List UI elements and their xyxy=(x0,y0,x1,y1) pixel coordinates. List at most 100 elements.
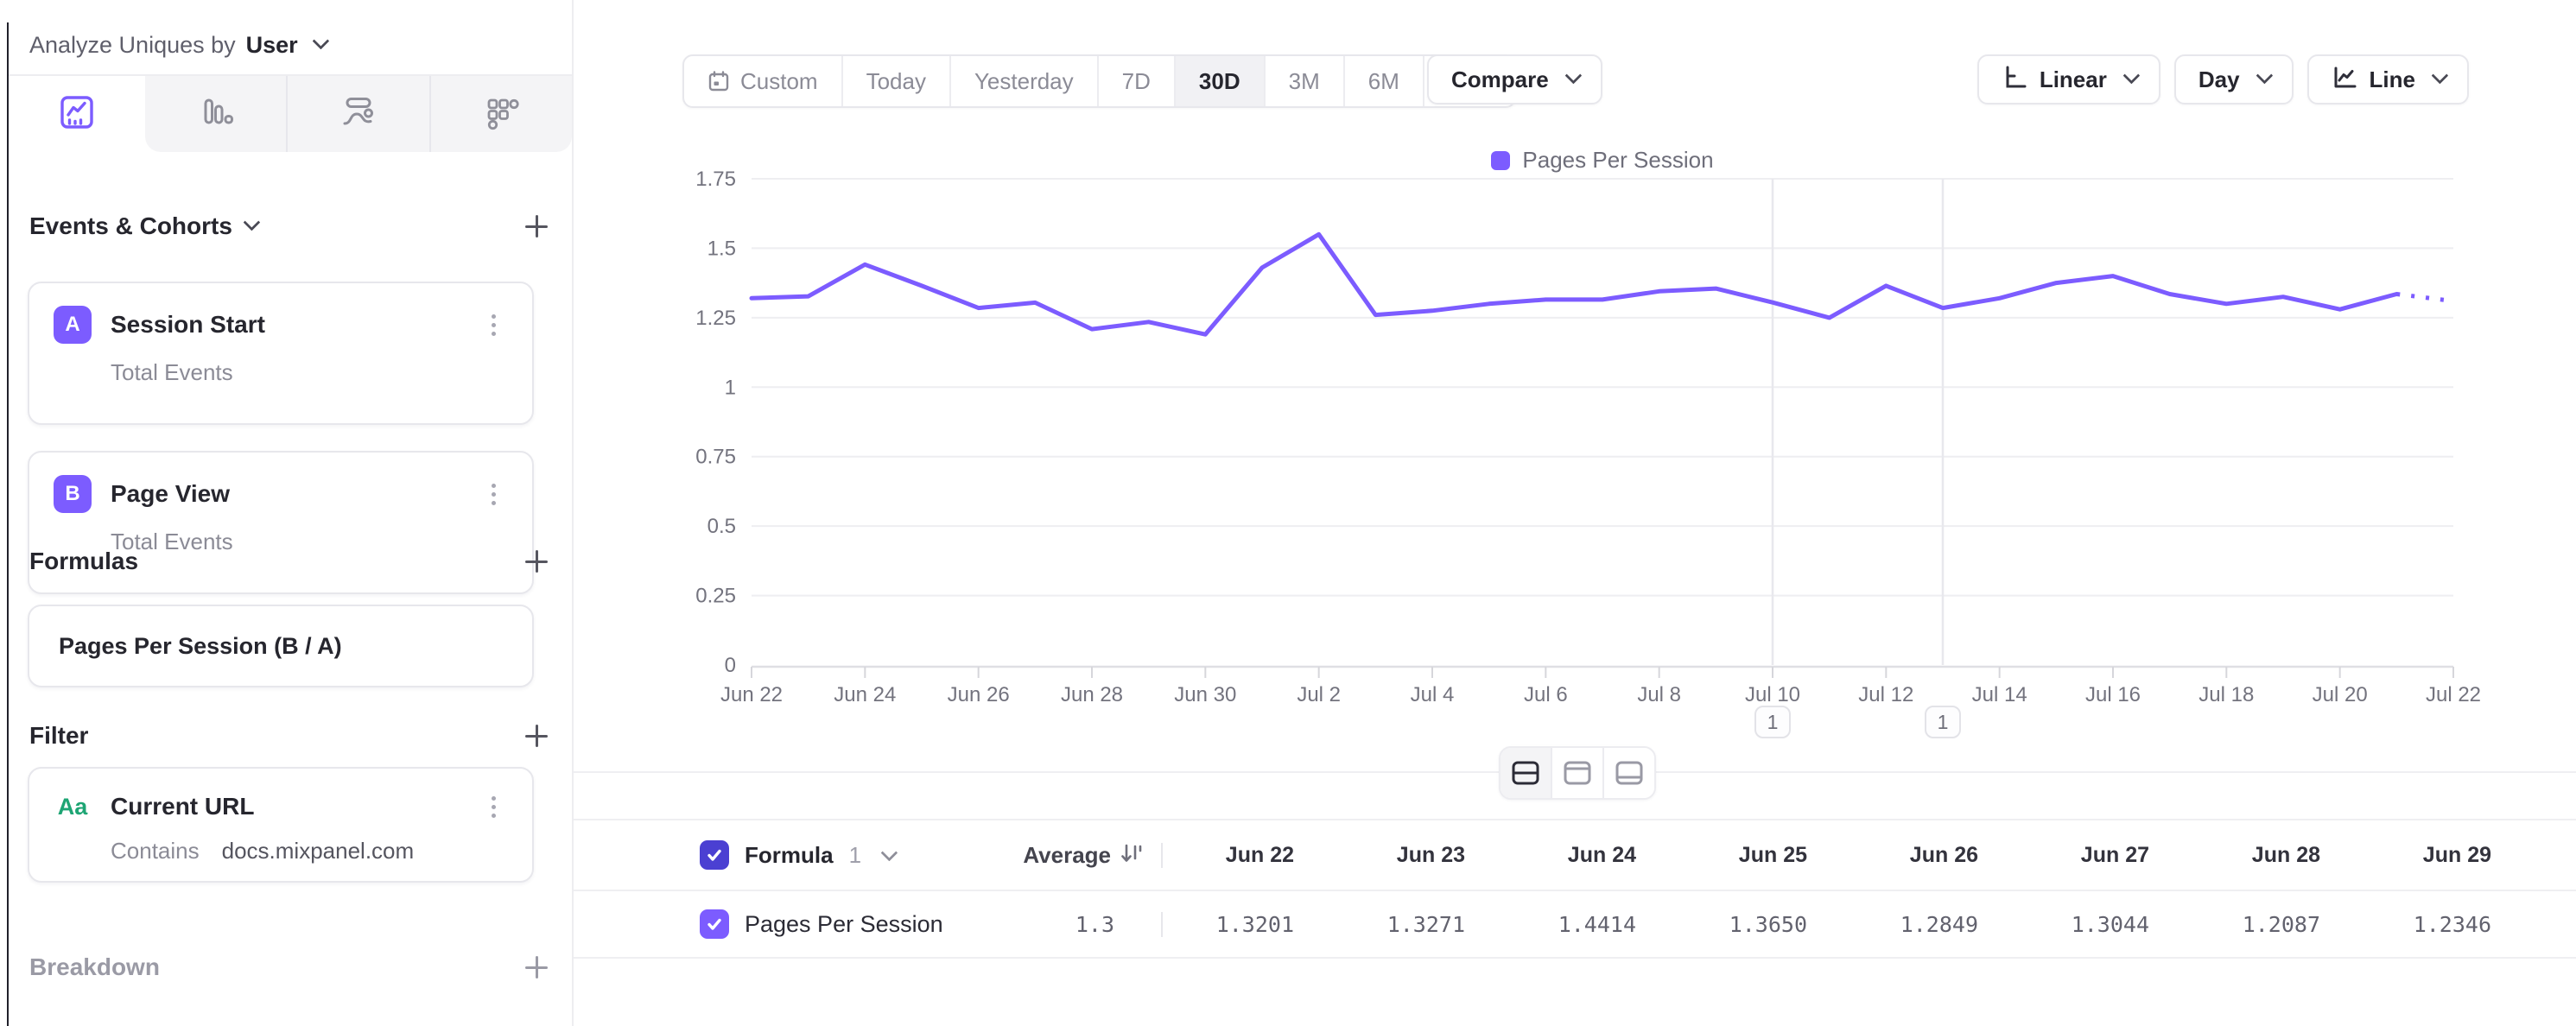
column-header[interactable]: Jun 25 xyxy=(1674,843,1845,868)
date-range-label: 6M xyxy=(1368,68,1399,95)
formulas-section-header: Formulas xyxy=(29,542,551,580)
analyze-label: Analyze Uniques by xyxy=(29,32,236,59)
date-range-label: 3M xyxy=(1289,68,1320,95)
cell-value: 1.3201 xyxy=(1161,912,1332,937)
event-measurement[interactable]: Total Events xyxy=(111,359,508,386)
event-title: Session Start xyxy=(111,311,265,339)
calendar-icon xyxy=(707,70,730,92)
kebab-menu-icon[interactable] xyxy=(479,479,508,509)
select-all-checkbox[interactable] xyxy=(700,840,729,870)
flow-icon xyxy=(339,93,378,136)
column-header[interactable]: Jun 29 xyxy=(2358,843,2529,868)
series-line-projected xyxy=(2396,294,2453,301)
x-tick-label: Jun 22 xyxy=(720,683,783,706)
date-range-yesterday[interactable]: Yesterday xyxy=(949,56,1097,106)
filter-operator[interactable]: Contains xyxy=(111,838,200,864)
string-property-icon: Aa xyxy=(54,788,92,826)
x-tick-label: Jun 24 xyxy=(834,683,896,706)
date-range-7d[interactable]: 7D xyxy=(1097,56,1174,106)
y-tick-label: 0 xyxy=(725,654,736,677)
query-builder-sidebar: Analyze Uniques by User xyxy=(9,0,574,1026)
x-tick-label: Jun 26 xyxy=(948,683,1010,706)
event-card-session-start[interactable]: A Session Start Total Events xyxy=(28,282,534,425)
date-range-control: CustomTodayYesterday7D30D3M6M12M xyxy=(682,54,1516,108)
column-header[interactable]: Jun 23 xyxy=(1332,843,1503,868)
compare-button[interactable]: Compare xyxy=(1427,54,1602,104)
scale-button[interactable]: Linear xyxy=(1977,54,2160,104)
column-header[interactable]: Jun 24 xyxy=(1503,843,1674,868)
row-checkbox[interactable] xyxy=(700,909,729,939)
chart-type-button[interactable]: Line xyxy=(2307,54,2469,104)
tab-insights[interactable] xyxy=(9,76,145,152)
tab-flows[interactable] xyxy=(286,76,428,152)
date-range-6m[interactable]: 6M xyxy=(1343,56,1423,106)
compare-label: Compare xyxy=(1451,66,1549,93)
x-tick-label: Jul 18 xyxy=(2198,683,2254,706)
kebab-menu-icon[interactable] xyxy=(479,792,508,821)
inactive-tabs xyxy=(145,76,572,152)
filter-value[interactable]: docs.mixpanel.com xyxy=(222,838,415,864)
layout-toggle xyxy=(1499,746,1656,800)
axes: 00.250.50.7511.251.51.75Jun 22Jun 24Jun … xyxy=(695,168,2481,706)
row-average-value: 1.3 xyxy=(1075,912,1144,937)
date-range-3m[interactable]: 3M xyxy=(1264,56,1343,106)
legend-swatch xyxy=(1491,151,1510,170)
chevron-down-icon xyxy=(2256,67,2273,85)
cell-value: 1.3044 xyxy=(2016,912,2187,937)
tab-funnels[interactable] xyxy=(145,76,286,152)
kebab-menu-icon[interactable] xyxy=(479,310,508,339)
formula-number: 1 xyxy=(849,842,861,869)
legend-item-pages-per-session[interactable]: Pages Per Session xyxy=(1491,147,1713,174)
add-breakdown-button[interactable] xyxy=(522,953,551,982)
annotation-markers[interactable]: 11 xyxy=(1755,706,1960,738)
column-header[interactable]: Jun 22 xyxy=(1161,843,1332,868)
series xyxy=(752,234,2453,334)
x-tick-label: Jun 30 xyxy=(1174,683,1236,706)
add-formula-button[interactable] xyxy=(522,547,551,576)
analyze-by-dropdown[interactable]: User xyxy=(246,32,298,59)
cell-value: 1.3650 xyxy=(1674,912,1845,937)
add-filter-button[interactable] xyxy=(522,721,551,750)
filter-card-current-url[interactable]: Aa Current URL Contains docs.mixpanel.co… xyxy=(28,767,534,883)
x-tick-label: Jul 14 xyxy=(1972,683,2027,706)
y-tick-label: 1.25 xyxy=(695,307,736,330)
column-header[interactable]: Jun 28 xyxy=(2187,843,2358,868)
formulas-section-title: Formulas xyxy=(29,548,138,575)
chevron-down-icon xyxy=(2122,67,2140,85)
cell-value: 1.2849 xyxy=(1845,912,2016,937)
y-tick-label: 1 xyxy=(725,376,736,399)
formula-dropdown[interactable]: Formula xyxy=(745,842,834,869)
breakdown-section-header: Breakdown xyxy=(29,948,551,986)
sort-icon[interactable] xyxy=(1118,840,1144,871)
x-tick-label: Jul 22 xyxy=(2426,683,2481,706)
date-range-custom[interactable]: Custom xyxy=(684,56,841,106)
chevron-down-icon[interactable] xyxy=(243,214,260,231)
date-range-today[interactable]: Today xyxy=(841,56,949,106)
y-tick-label: 1.75 xyxy=(695,168,736,191)
row-values: 1.32011.32711.44141.36501.28491.30441.20… xyxy=(1161,912,2529,937)
filter-property: Current URL xyxy=(111,793,254,820)
chevron-down-icon xyxy=(881,845,898,862)
formula-expression: Pages Per Session (B / A) xyxy=(59,633,342,660)
y-tick-label: 0.75 xyxy=(695,446,736,469)
layout-chart-button[interactable] xyxy=(1551,748,1602,798)
column-header[interactable]: Jun 27 xyxy=(2016,843,2187,868)
formula-card[interactable]: Pages Per Session (B / A) xyxy=(28,605,534,687)
tab-retention[interactable] xyxy=(429,76,572,152)
date-range-label: Today xyxy=(866,68,926,95)
layout-table-button[interactable] xyxy=(1602,748,1654,798)
linear-axis-icon xyxy=(2002,64,2027,96)
layout-split-button[interactable] xyxy=(1501,748,1551,798)
add-event-button[interactable] xyxy=(522,212,551,241)
chevron-down-icon xyxy=(2432,67,2449,85)
analyze-row: Analyze Uniques by User xyxy=(29,26,326,64)
chart-legend: Pages Per Session xyxy=(752,147,2453,174)
event-badge-b: B xyxy=(54,475,92,513)
series-line xyxy=(752,234,2396,334)
column-header[interactable]: Jun 26 xyxy=(1845,843,2016,868)
interval-button[interactable]: Day xyxy=(2174,54,2294,104)
x-tick-label: Jul 16 xyxy=(2085,683,2141,706)
date-range-label: 30D xyxy=(1199,68,1240,95)
row-label: Pages Per Session xyxy=(745,911,943,938)
date-range-30d[interactable]: 30D xyxy=(1174,56,1264,106)
